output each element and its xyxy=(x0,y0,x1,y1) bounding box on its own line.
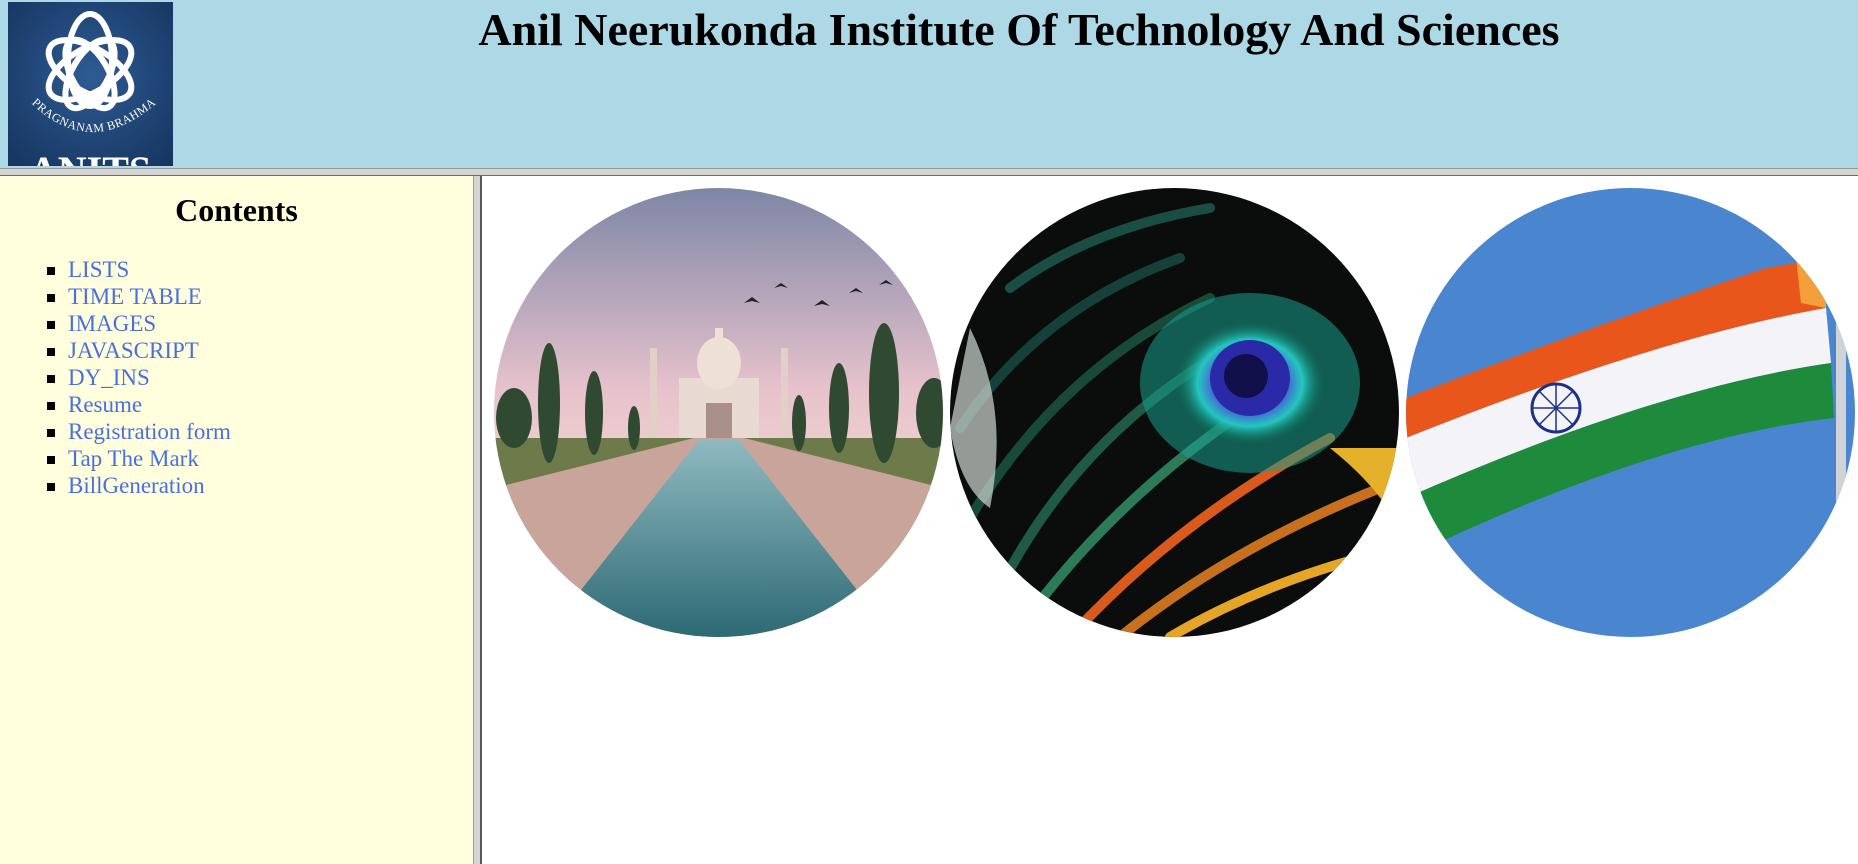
square-bullet-icon xyxy=(47,402,55,410)
contents-sidebar: Contents LISTS TIME TABLE IMAGES JAVASCR… xyxy=(0,176,473,864)
title-container: Anil Neerukonda Institute Of Technology … xyxy=(180,0,1858,60)
indian-flag-image xyxy=(1406,188,1855,637)
nav-item-tap-the-mark: Tap The Mark xyxy=(47,445,231,472)
main-content-frame xyxy=(482,176,1858,864)
square-bullet-icon xyxy=(47,429,55,437)
nav-item-dy-ins: DY_INS xyxy=(47,364,231,391)
peacock-feather-image xyxy=(950,188,1399,637)
anits-logo-icon: PRAGNANAM BRAHMA ANITS xyxy=(8,2,173,166)
nav-item-lists: LISTS xyxy=(47,256,231,283)
nav-link-javascript[interactable]: JAVASCRIPT xyxy=(68,338,199,363)
nav-link-bill-generation[interactable]: BillGeneration xyxy=(68,473,205,498)
nav-link-lists[interactable]: LISTS xyxy=(68,257,129,282)
square-bullet-icon xyxy=(47,483,55,491)
frame-divider-horizontal[interactable] xyxy=(0,168,1858,176)
nav-item-images: IMAGES xyxy=(47,310,231,337)
site-title: Anil Neerukonda Institute Of Technology … xyxy=(478,4,1560,55)
nav-link-registration-form[interactable]: Registration form xyxy=(68,419,231,444)
square-bullet-icon xyxy=(47,375,55,383)
square-bullet-icon xyxy=(47,321,55,329)
nav-item-bill-generation: BillGeneration xyxy=(47,472,231,499)
nav-item-javascript: JAVASCRIPT xyxy=(47,337,231,364)
nav-link-images[interactable]: IMAGES xyxy=(68,311,156,336)
nav-item-resume: Resume xyxy=(47,391,231,418)
nav-link-tap-the-mark[interactable]: Tap The Mark xyxy=(68,446,199,471)
nav-link-time-table[interactable]: TIME TABLE xyxy=(68,284,202,309)
svg-text:ANITS: ANITS xyxy=(29,148,151,166)
nav-link-resume[interactable]: Resume xyxy=(68,392,142,417)
header-frame: PRAGNANAM BRAHMA ANITS Anil Neerukonda I… xyxy=(0,0,1858,168)
square-bullet-icon xyxy=(47,456,55,464)
taj-mahal-image xyxy=(494,188,943,637)
square-bullet-icon xyxy=(47,267,55,275)
contents-heading: Contents xyxy=(175,192,298,228)
square-bullet-icon xyxy=(47,294,55,302)
nav-link-dy-ins[interactable]: DY_INS xyxy=(68,365,150,390)
page: PRAGNANAM BRAHMA ANITS Anil Neerukonda I… xyxy=(0,0,1858,864)
frame-divider-vertical[interactable] xyxy=(473,176,482,864)
square-bullet-icon xyxy=(47,348,55,356)
nav-item-time-table: TIME TABLE xyxy=(47,283,231,310)
contents-list: LISTS TIME TABLE IMAGES JAVASCRIPT DY_IN… xyxy=(0,256,231,499)
nav-item-registration-form: Registration form xyxy=(47,418,231,445)
